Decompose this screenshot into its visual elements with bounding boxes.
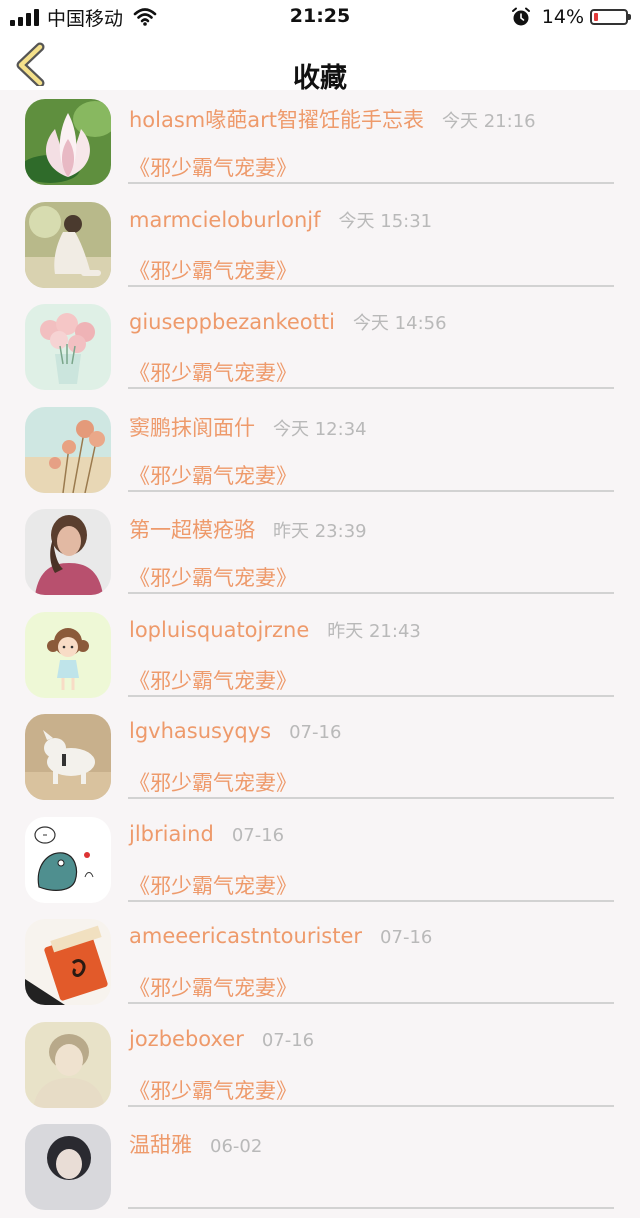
favorite-name-line: ameeericastntourister 07-16 <box>129 924 432 948</box>
favorite-item[interactable]: jozbeboxer 07-16 《邪少霸气宠妻》 <box>0 1013 640 1116</box>
battery-percent: 14% <box>541 6 584 28</box>
favorite-name-line: jozbeboxer 07-16 <box>129 1027 314 1051</box>
favorite-name-line: lgvhasusyqys 07-16 <box>129 719 341 743</box>
favorite-item[interactable]: marmcieloburlonjf 今天 15:31 《邪少霸气宠妻》 <box>0 193 640 296</box>
favorite-item[interactable]: 窦鹏抹阆面什 今天 12:34 《邪少霸气宠妻》 <box>0 398 640 501</box>
favorite-time: 07-16 <box>380 927 433 948</box>
favorite-time: 07-16 <box>261 1029 315 1051</box>
favorite-book-title[interactable]: 《邪少霸气宠妻》 <box>129 870 297 900</box>
favorite-username: 第一超模疮骆 <box>129 518 255 542</box>
avatar <box>25 611 111 698</box>
favorite-book-title[interactable]: 《邪少霸气宠妻》 <box>129 152 297 182</box>
favorite-name-line: 温甜雅 06-02 <box>129 1129 262 1159</box>
status-bar: 中国移动 21:25 14% <box>0 0 640 34</box>
favorite-username: lopluisquatojrzne <box>129 617 310 642</box>
divider <box>128 694 614 697</box>
divider <box>128 489 614 492</box>
favorite-name-line: lopluisquatojrzne 昨天 21:43 <box>129 617 421 643</box>
favorite-time: 今天 15:31 <box>338 210 433 232</box>
divider <box>128 182 614 184</box>
avatar <box>25 304 111 390</box>
avatar <box>25 99 111 185</box>
favorite-item[interactable]: ameeericastntourister 07-16 《邪少霸气宠妻》 <box>0 910 640 1013</box>
avatar <box>25 1124 111 1210</box>
divider <box>128 387 614 389</box>
favorite-time: 昨天 21:43 <box>327 620 421 642</box>
status-right: 14% <box>510 5 631 29</box>
favorite-time: 今天 12:34 <box>273 418 367 440</box>
favorite-name-line: marmcieloburlonjf 今天 15:31 <box>129 207 432 233</box>
favorite-time: 07-16 <box>289 722 342 743</box>
favorite-name-line: jlbriaind 07-16 <box>129 822 284 846</box>
avatar <box>25 919 111 1005</box>
favorite-username: jlbriaind <box>129 821 214 846</box>
favorite-book-title[interactable]: 《邪少霸气宠妻》 <box>129 665 297 695</box>
favorite-book-title[interactable]: 《邪少霸气宠妻》 <box>129 460 297 490</box>
favorite-username: 温甜雅 <box>129 1133 192 1157</box>
favorite-book-title[interactable]: 《邪少霸气宠妻》 <box>129 972 297 1002</box>
avatar <box>25 714 111 800</box>
favorite-book-title[interactable]: 《邪少霸气宠妻》 <box>129 357 297 387</box>
favorite-name-line: giuseppbezankeotti 今天 14:56 <box>129 309 447 335</box>
favorite-item[interactable]: holasm喙葩art智擢饪能手忘表 今天 21:16 《邪少霸气宠妻》 <box>0 90 640 193</box>
favorite-time: 今天 14:56 <box>352 313 447 334</box>
divider <box>128 1002 614 1004</box>
avatar <box>25 406 111 493</box>
favorite-name-line: 第一超模疮骆 昨天 23:39 <box>129 514 367 544</box>
avatar <box>25 816 111 903</box>
nav-bar: 收藏 <box>0 34 640 94</box>
favorite-username: 窦鹏抹阆面什 <box>129 415 255 440</box>
favorite-name-line: holasm喙葩art智擢饪能手忘表 今天 21:16 <box>129 104 536 134</box>
favorite-time: 06-02 <box>210 1136 263 1157</box>
favorite-username: ameeericastntourister <box>129 924 363 948</box>
favorite-username: giuseppbezankeotti <box>129 310 335 334</box>
avatar <box>25 201 111 288</box>
favorite-item[interactable]: lgvhasusyqys 07-16 《邪少霸气宠妻》 <box>0 705 640 808</box>
divider <box>128 592 614 594</box>
divider <box>128 797 614 799</box>
favorite-time: 昨天 23:39 <box>273 521 367 542</box>
favorite-book-title[interactable]: 《邪少霸气宠妻》 <box>129 767 297 797</box>
favorite-item[interactable]: jlbriaind 07-16 《邪少霸气宠妻》 <box>0 808 640 911</box>
avatar <box>25 509 111 595</box>
divider <box>128 899 614 902</box>
favorite-item[interactable]: 第一超模疮骆 昨天 23:39 《邪少霸气宠妻》 <box>0 500 640 603</box>
favorite-time: 今天 21:16 <box>442 111 536 132</box>
favorite-username: holasm喙葩art智擢饪能手忘表 <box>129 108 424 132</box>
battery-icon <box>590 9 631 25</box>
favorite-item[interactable]: 温甜雅 06-02 <box>0 1115 640 1218</box>
favorite-time: 07-16 <box>231 824 285 846</box>
favorite-item[interactable]: lopluisquatojrzne 昨天 21:43 《邪少霸气宠妻》 <box>0 603 640 706</box>
divider <box>128 284 614 287</box>
alarm-clock-icon <box>511 7 530 26</box>
favorite-book-title[interactable]: 《邪少霸气宠妻》 <box>129 562 297 592</box>
favorite-username: lgvhasusyqys <box>129 719 272 743</box>
favorites-list: holasm喙葩art智擢饪能手忘表 今天 21:16 《邪少霸气宠妻》 marm… <box>0 90 640 1218</box>
favorite-username: marmcieloburlonjf <box>129 207 321 232</box>
favorite-item[interactable]: giuseppbezankeotti 今天 14:56 《邪少霸气宠妻》 <box>0 295 640 398</box>
favorite-book-title[interactable]: 《邪少霸气宠妻》 <box>129 1075 297 1105</box>
avatar <box>25 1021 111 1108</box>
divider <box>128 1207 614 1209</box>
battery-level <box>594 13 598 21</box>
favorite-username: jozbeboxer <box>129 1026 244 1051</box>
favorite-book-title[interactable]: 《邪少霸气宠妻》 <box>129 255 297 285</box>
divider <box>128 1104 614 1107</box>
favorite-name-line: 窦鹏抹阆面什 今天 12:34 <box>129 412 367 442</box>
